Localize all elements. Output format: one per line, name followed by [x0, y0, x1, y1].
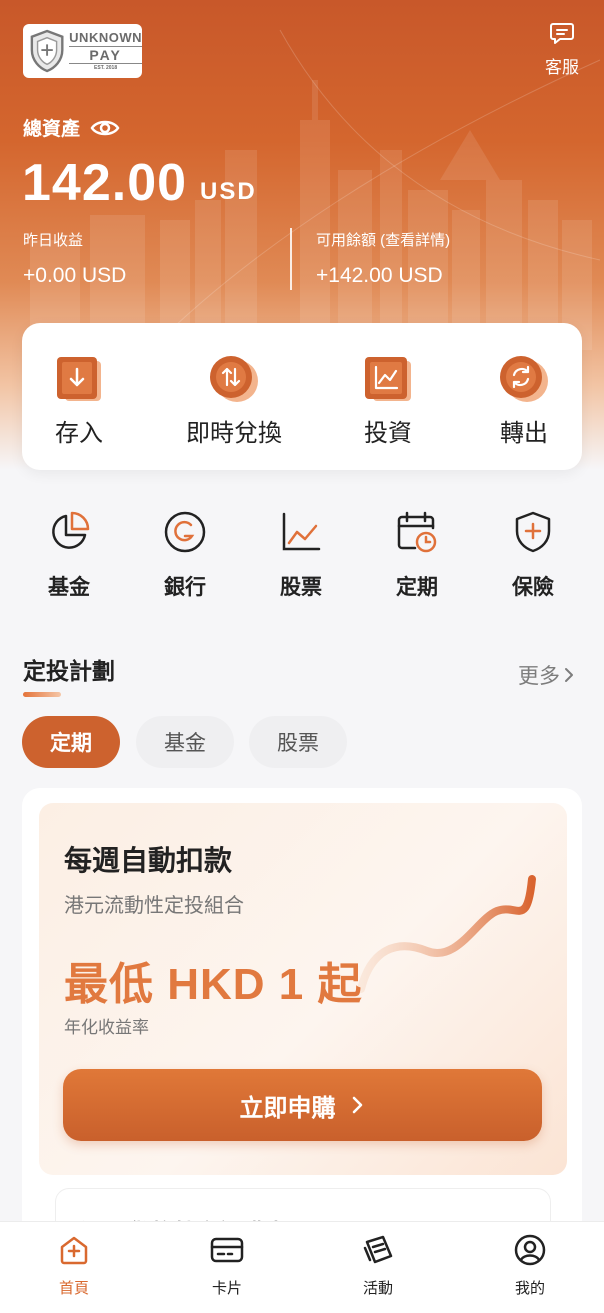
exchange-icon — [210, 356, 258, 402]
transfer-out-icon — [500, 356, 548, 402]
eye-icon[interactable] — [90, 117, 120, 139]
tab-card-label: 卡片 — [211, 1280, 242, 1297]
section-title-underline — [23, 692, 61, 697]
category-fixed-term[interactable]: 定期 — [367, 510, 467, 601]
subscribe-button[interactable]: 立即申購 — [63, 1069, 542, 1141]
profile-icon — [514, 1234, 546, 1266]
category-fixed-term-label: 定期 — [396, 576, 438, 599]
stats-divider — [290, 228, 292, 290]
category-fund-label: 基金 — [48, 576, 90, 599]
section-title: 定投計劃 — [23, 658, 115, 684]
shield-plus-icon — [515, 511, 551, 553]
activity-icon — [363, 1235, 393, 1264]
plan-card-rate-label: 年化收益率 — [64, 1018, 149, 1037]
instant-exchange-label: 即時兌換 — [186, 420, 282, 447]
category-bank-label: 銀行 — [164, 576, 206, 599]
total-assets-text: 總資產 — [23, 119, 81, 140]
calendar-clock-icon — [397, 511, 437, 553]
available-balance-value: +142.00 USD — [316, 264, 443, 287]
yesterday-earnings: 昨日收益 +0.00 USD — [23, 229, 126, 288]
tab-activity-label: 活動 — [362, 1280, 393, 1297]
category-insurance[interactable]: 保險 — [483, 510, 583, 601]
yesterday-earnings-label: 昨日收益 — [23, 232, 84, 249]
chip-stock[interactable]: 股票 — [249, 716, 347, 768]
deposit-button[interactable]: 存入 — [24, 353, 134, 448]
invest-chart-icon — [365, 357, 411, 401]
tab-profile[interactable]: 我的 — [490, 1234, 570, 1298]
transfer-out-label: 轉出 — [500, 420, 548, 447]
total-assets-currency: USD — [200, 178, 257, 205]
category-stock-label: 股票 — [280, 576, 322, 599]
available-balance[interactable]: 可用餘額 (查看詳情) +142.00 USD — [316, 229, 450, 288]
deposit-icon — [57, 357, 101, 401]
invest-button[interactable]: 投資 — [333, 353, 443, 448]
available-balance-label[interactable]: 可用餘額 (查看詳情) — [316, 229, 450, 250]
stock-chart-icon — [282, 512, 321, 551]
instant-exchange-button[interactable]: 即時兌換 — [179, 353, 289, 448]
bottom-tab-bar: 首頁 卡片 活動 我的 — [0, 1221, 604, 1313]
home-icon — [60, 1236, 88, 1265]
transfer-out-button[interactable]: 轉出 — [469, 353, 579, 448]
plan-card-title: 每週自動扣款 — [64, 845, 233, 876]
deposit-label: 存入 — [55, 420, 103, 447]
category-bank[interactable]: 銀行 — [135, 510, 235, 601]
plan-card[interactable]: 每週自動扣款 港元流動性定投組合 最低 HKD 1 起 年化收益率 立即申購 — [39, 803, 567, 1175]
more-link[interactable]: 更多 — [518, 660, 578, 690]
shield-logo-icon — [30, 29, 64, 73]
chip-fund[interactable]: 基金 — [136, 716, 234, 768]
tab-profile-label: 我的 — [514, 1280, 545, 1297]
chat-bubble-icon — [550, 23, 574, 44]
customer-service-label: 客服 — [545, 58, 579, 77]
app-logo: UNKNOWN PAY EST. 2018 — [23, 24, 142, 78]
total-assets-amount: 142.00 — [22, 154, 188, 212]
logo-text-est: EST. 2018 — [94, 65, 118, 71]
wave-decoration — [357, 875, 536, 993]
category-fund[interactable]: 基金 — [19, 510, 119, 601]
logo-text-main: PAY — [69, 46, 142, 64]
invest-label: 投資 — [364, 420, 412, 447]
chevron-right-icon — [565, 668, 573, 682]
quick-actions-card: 存入 即時兌換 投資 轉出 — [22, 323, 582, 470]
tab-card[interactable]: 卡片 — [187, 1234, 267, 1298]
category-stock[interactable]: 股票 — [251, 510, 351, 601]
category-insurance-label: 保險 — [512, 576, 554, 599]
tab-home-label: 首頁 — [58, 1280, 89, 1297]
chip-fixed-term[interactable]: 定期 — [22, 716, 120, 768]
plan-card-subtitle: 港元流動性定投組合 — [64, 895, 244, 917]
subscribe-button-label: 立即申購 — [239, 1094, 336, 1122]
plan-card-minimum: 最低 HKD 1 起 — [64, 960, 363, 1009]
pie-chart-icon — [52, 511, 90, 549]
bank-g-icon — [164, 511, 206, 553]
logo-text-top: UNKNOWN — [69, 30, 142, 45]
yesterday-earnings-value: +0.00 USD — [23, 264, 127, 287]
tab-home[interactable]: 首頁 — [34, 1234, 114, 1298]
chevron-right-icon — [352, 1096, 362, 1114]
total-assets-label: 總資產 — [23, 114, 120, 141]
card-icon — [210, 1237, 244, 1263]
tab-activity[interactable]: 活動 — [338, 1234, 418, 1298]
customer-service-button[interactable]: 客服 — [542, 22, 582, 78]
more-link-label[interactable]: 更多 — [518, 660, 560, 690]
